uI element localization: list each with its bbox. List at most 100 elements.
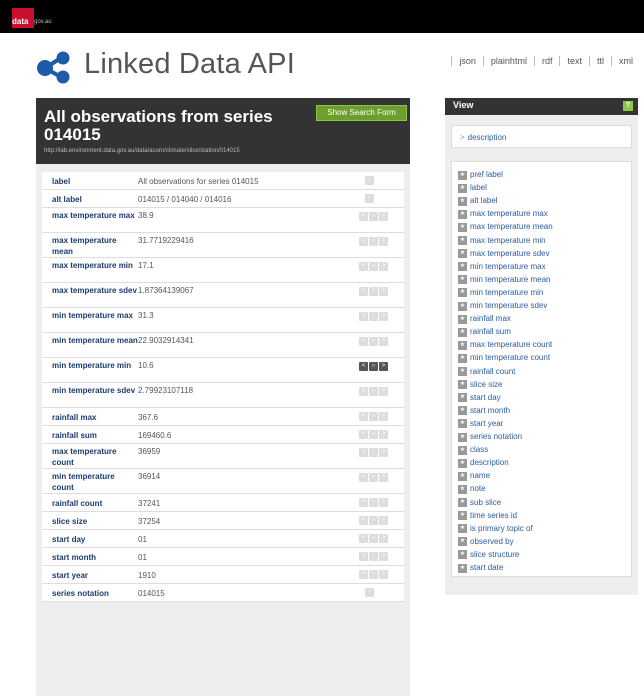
next-value-icon[interactable]: > xyxy=(379,337,388,346)
prev-value-icon[interactable]: < xyxy=(359,430,368,439)
next-value-icon[interactable]: > xyxy=(379,287,388,296)
filter-search-icon[interactable]: ○ xyxy=(369,430,378,439)
star-icon[interactable]: ★ xyxy=(458,406,467,416)
next-value-icon[interactable]: > xyxy=(379,262,388,271)
view-property-item[interactable]: ★ name xyxy=(458,471,490,481)
filter-search-icon[interactable]: ○ xyxy=(369,570,378,579)
view-property-item[interactable]: ★ is primary topic of xyxy=(458,524,533,534)
star-icon[interactable]: ★ xyxy=(458,353,467,363)
property-label[interactable]: min temperature sdev xyxy=(52,385,138,396)
show-search-form-button[interactable]: Show Search Form xyxy=(316,105,407,121)
next-value-icon[interactable]: > xyxy=(379,430,388,439)
view-property-item[interactable]: ★ pref label xyxy=(458,170,503,180)
property-label[interactable]: min temperature max xyxy=(52,310,138,321)
prev-value-icon[interactable]: < xyxy=(359,287,368,296)
property-label[interactable]: max temperature sdev xyxy=(52,285,138,296)
property-label[interactable]: max temperature count xyxy=(52,446,138,468)
property-label[interactable]: alt label xyxy=(52,194,138,205)
prev-value-icon[interactable]: < xyxy=(359,552,368,561)
prev-value-icon[interactable]: < xyxy=(359,262,368,271)
prev-value-icon[interactable]: < xyxy=(359,387,368,396)
view-property-item[interactable]: ★ rainfall max xyxy=(458,314,511,324)
filter-search-icon[interactable]: ○ xyxy=(369,337,378,346)
property-label[interactable]: rainfall sum xyxy=(52,430,138,441)
filter-search-icon[interactable]: ○ xyxy=(369,412,378,421)
view-property-item[interactable]: ★ start month xyxy=(458,406,510,416)
filter-search-icon[interactable]: ○ xyxy=(369,262,378,271)
filter-search-icon[interactable]: ○ xyxy=(369,552,378,561)
star-icon[interactable]: ★ xyxy=(458,367,467,376)
view-property-item[interactable]: ★ max temperature max xyxy=(458,209,548,219)
view-property-item[interactable]: ★ rainfall sum xyxy=(458,327,511,337)
next-value-icon[interactable]: > xyxy=(379,362,388,371)
view-property-item[interactable]: ★ note xyxy=(458,484,486,494)
filter-search-icon[interactable]: ○ xyxy=(369,448,378,457)
filter-search-icon[interactable]: ○ xyxy=(369,362,378,371)
format-link[interactable]: ttl xyxy=(588,56,611,66)
prev-value-icon[interactable]: < xyxy=(359,473,368,482)
filter-search-icon[interactable]: ○ xyxy=(369,287,378,296)
filter-search-icon[interactable]: ○ xyxy=(365,194,374,203)
view-property-item[interactable]: ★ time series id xyxy=(458,511,517,521)
star-icon[interactable]: ★ xyxy=(458,380,467,390)
property-label[interactable]: max temperature max xyxy=(52,210,138,221)
view-property-item[interactable]: ★ series notation xyxy=(458,432,522,442)
star-icon[interactable]: ★ xyxy=(458,262,467,272)
star-icon[interactable]: ★ xyxy=(458,209,467,219)
filter-search-icon[interactable]: ○ xyxy=(369,237,378,246)
property-label[interactable]: start month xyxy=(52,552,138,563)
next-value-icon[interactable]: > xyxy=(379,552,388,561)
resource-url[interactable]: http://lab.environment.data.gov.au/data/… xyxy=(44,148,240,154)
star-icon[interactable]: ★ xyxy=(458,183,467,193)
property-label[interactable]: rainfall count xyxy=(52,498,138,509)
property-label[interactable]: max temperature min xyxy=(52,260,138,271)
property-label[interactable]: min temperature min xyxy=(52,360,138,371)
star-icon[interactable]: ★ xyxy=(458,222,467,232)
view-property-item[interactable]: ★ min temperature max xyxy=(458,262,546,272)
prev-value-icon[interactable]: < xyxy=(359,516,368,525)
format-link[interactable]: json xyxy=(451,56,483,66)
prev-value-icon[interactable]: < xyxy=(359,312,368,321)
star-icon[interactable]: ★ xyxy=(458,432,467,442)
filter-search-icon[interactable]: ○ xyxy=(365,588,374,597)
view-property-item[interactable]: ★ sub slice xyxy=(458,498,501,508)
view-property-item[interactable]: ★ start year xyxy=(458,419,503,429)
next-value-icon[interactable]: > xyxy=(379,237,388,246)
star-icon[interactable]: ★ xyxy=(458,511,467,521)
filter-search-icon[interactable]: ○ xyxy=(369,312,378,321)
view-property-item[interactable]: ★ max temperature min xyxy=(458,236,546,246)
property-label[interactable]: max temperature mean xyxy=(52,235,138,257)
view-property-item[interactable]: ★ observed by xyxy=(458,537,514,547)
star-icon[interactable]: ★ xyxy=(458,393,467,403)
next-value-icon[interactable]: > xyxy=(379,312,388,321)
view-property-item[interactable]: ★ min temperature min xyxy=(458,288,543,298)
star-icon[interactable]: ★ xyxy=(458,550,467,560)
view-property-item[interactable]: ★ start day xyxy=(458,393,501,403)
prev-value-icon[interactable]: < xyxy=(359,498,368,507)
help-icon[interactable]: ? xyxy=(623,101,633,111)
star-icon[interactable]: ★ xyxy=(458,471,467,481)
view-property-item[interactable]: ★ min temperature count xyxy=(458,353,550,363)
format-link[interactable]: rdf xyxy=(533,56,560,66)
view-property-item[interactable]: ★ rainfall count xyxy=(458,367,515,377)
next-value-icon[interactable]: > xyxy=(379,473,388,482)
star-icon[interactable]: ★ xyxy=(458,419,467,429)
star-icon[interactable]: ★ xyxy=(458,340,467,350)
star-icon[interactable]: ★ xyxy=(458,301,467,311)
star-icon[interactable]: ★ xyxy=(458,563,467,573)
property-label[interactable]: start day xyxy=(52,534,138,545)
view-property-item[interactable]: ★ max temperature sdev xyxy=(458,249,550,259)
property-label[interactable]: min temperature mean xyxy=(52,335,138,346)
next-value-icon[interactable]: > xyxy=(379,448,388,457)
view-property-item[interactable]: ★ max temperature count xyxy=(458,340,552,350)
view-property-item[interactable]: ★ max temperature mean xyxy=(458,222,553,232)
description-toggle[interactable]: > description xyxy=(451,125,632,148)
star-icon[interactable]: ★ xyxy=(458,236,467,245)
next-value-icon[interactable]: > xyxy=(379,387,388,396)
star-icon[interactable]: ★ xyxy=(458,275,467,285)
prev-value-icon[interactable]: < xyxy=(359,412,368,421)
prev-value-icon[interactable]: < xyxy=(359,212,368,221)
view-property-item[interactable]: ★ alt label xyxy=(458,196,498,206)
view-property-item[interactable]: ★ start date xyxy=(458,563,503,573)
property-label[interactable]: series notation xyxy=(52,588,138,599)
